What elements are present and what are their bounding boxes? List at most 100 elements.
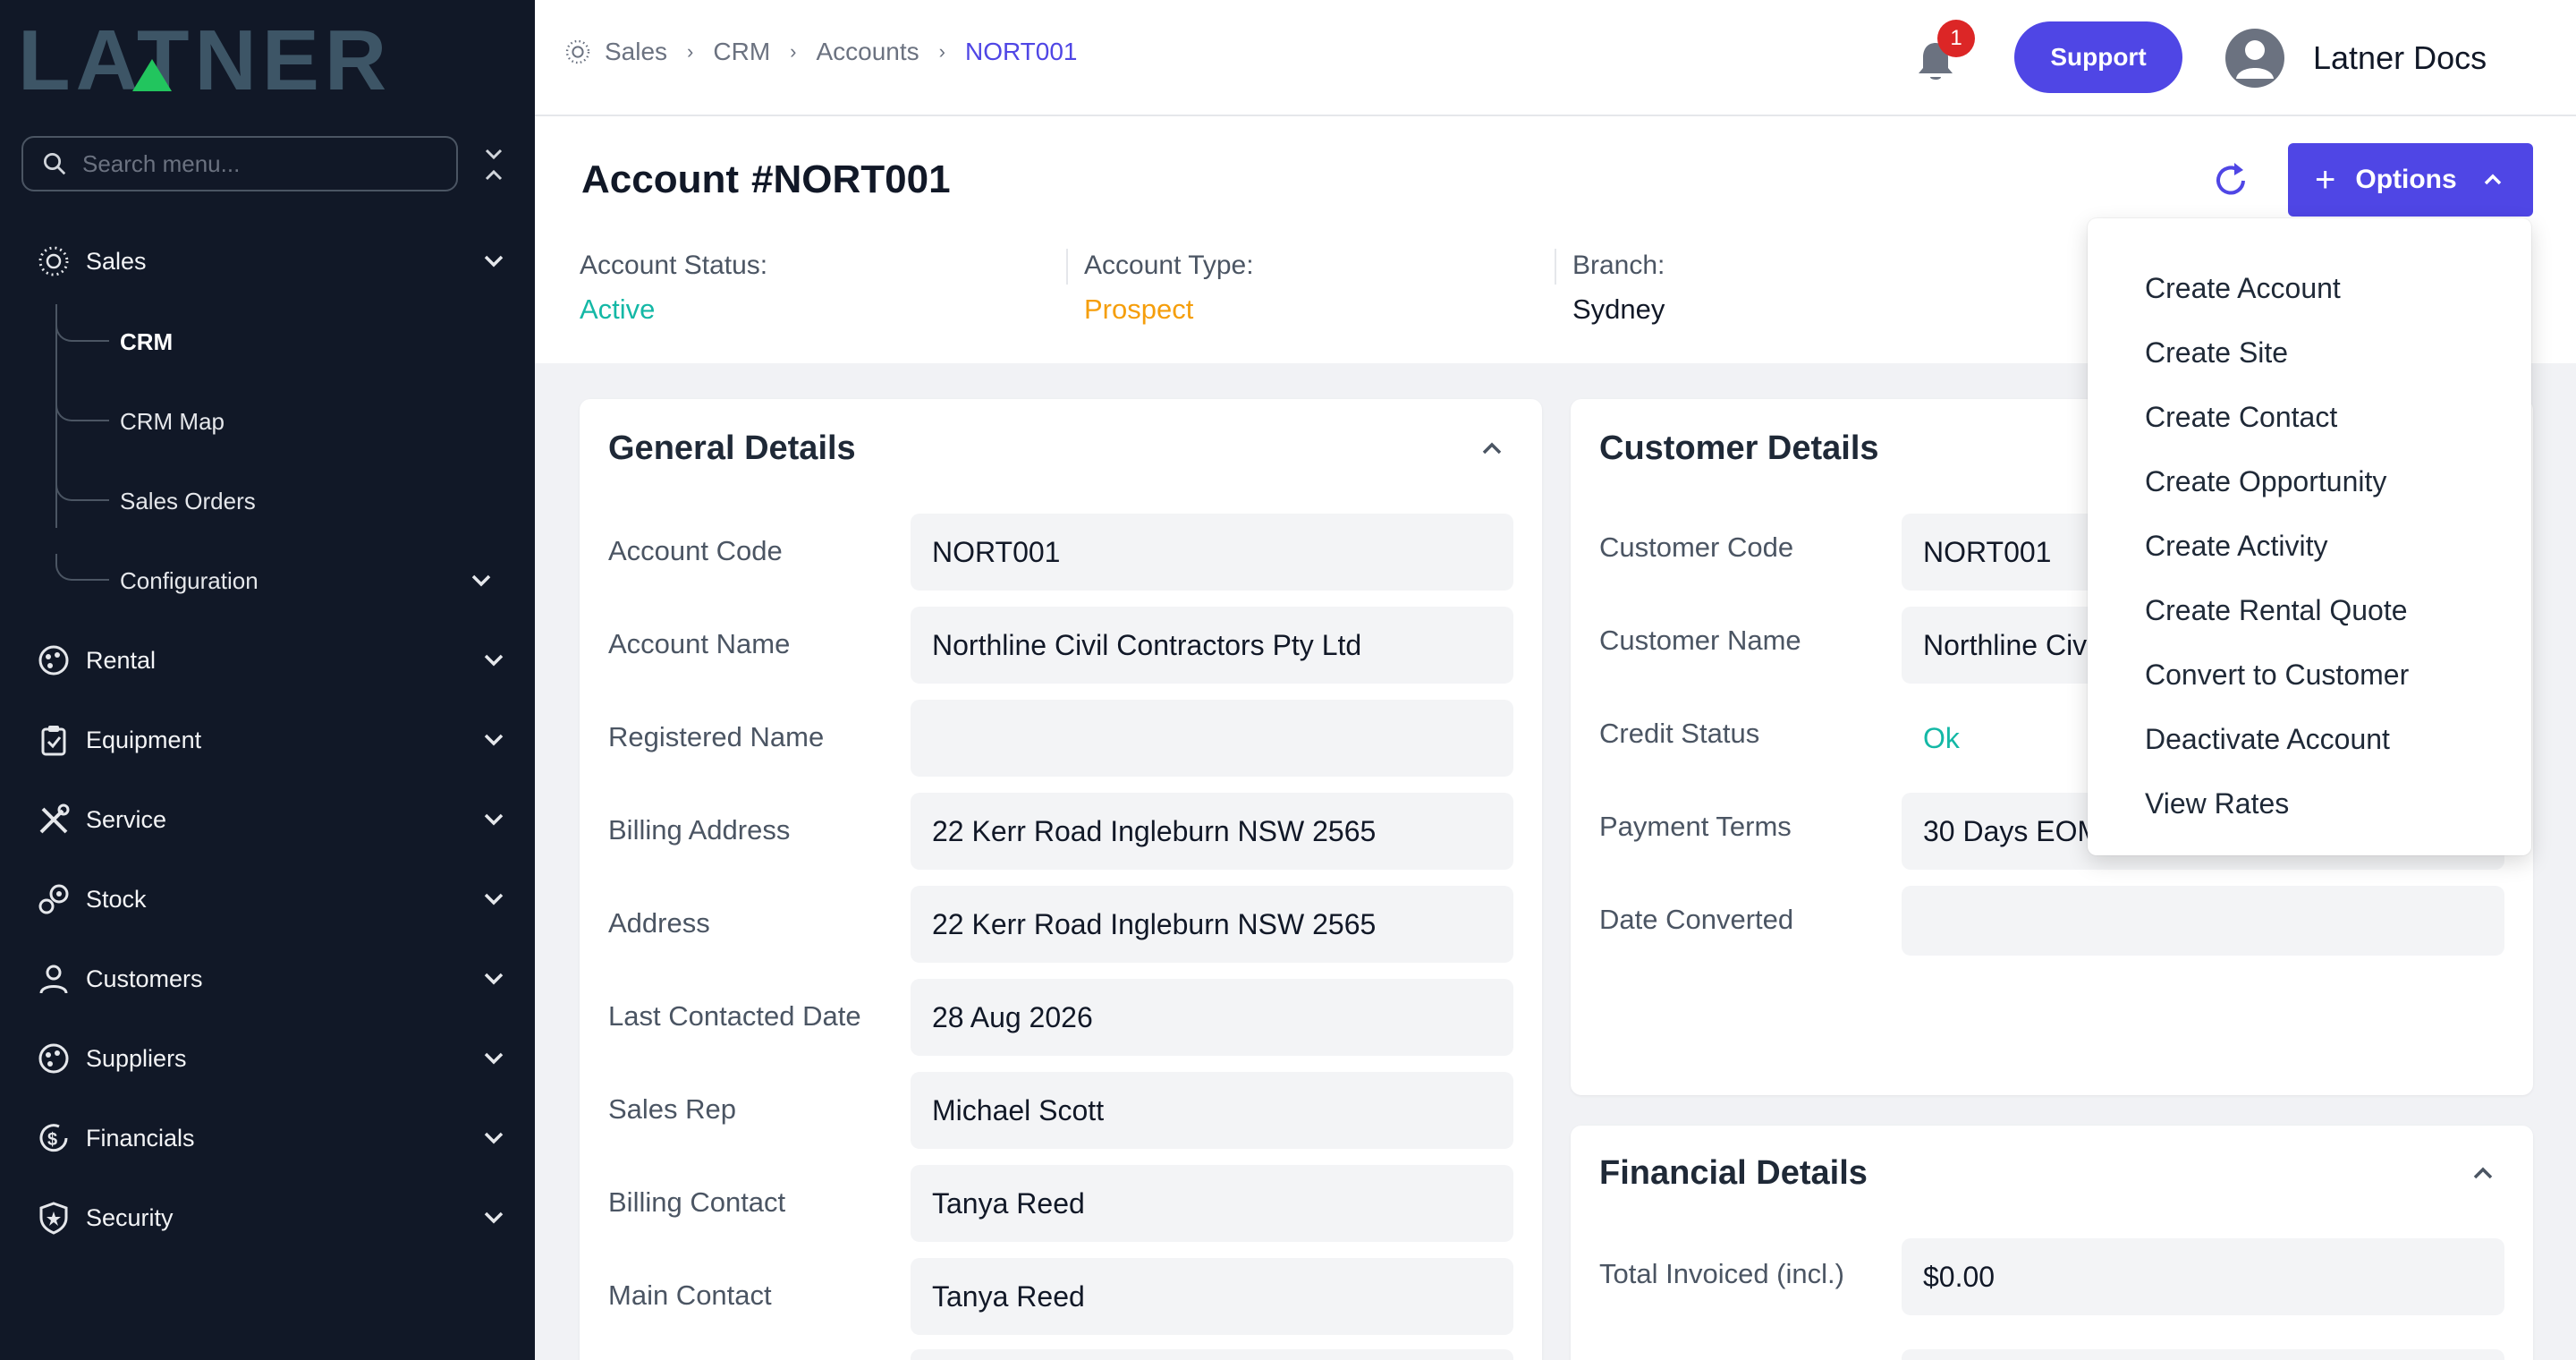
breadcrumb-accounts[interactable]: Accounts xyxy=(816,38,919,66)
account-code-label: Account Code xyxy=(608,535,783,566)
chevron-down-icon xyxy=(471,574,491,587)
sidebar-subitem-configuration[interactable]: Configuration xyxy=(55,554,508,608)
chevron-down-icon xyxy=(484,1211,504,1224)
main-contact-label: Main Contact xyxy=(608,1279,772,1311)
svg-text:$: $ xyxy=(47,1130,57,1150)
sidebar-item-sales[interactable]: Sales xyxy=(34,234,508,288)
chevron-down-icon xyxy=(484,654,504,667)
branch-value: Sydney xyxy=(1572,293,1665,325)
customer-details-title: Customer Details xyxy=(1599,429,1879,467)
menu-item-create-rental-quote[interactable]: Create Rental Quote xyxy=(2088,578,2531,642)
user-avatar-icon xyxy=(2236,40,2274,79)
menu-item-create-opportunity[interactable]: Create Opportunity xyxy=(2088,449,2531,514)
account-code-field[interactable]: NORT001 xyxy=(911,514,1513,591)
stock-icon xyxy=(34,880,73,919)
options-button[interactable]: + Options xyxy=(2288,143,2533,217)
menu-search[interactable] xyxy=(21,136,458,191)
equipment-icon xyxy=(34,720,73,760)
page-title: Account #NORT001 xyxy=(581,157,951,201)
chevron-down-icon xyxy=(484,734,504,746)
plus-icon: + xyxy=(2315,159,2336,200)
chevron-down-icon xyxy=(484,973,504,985)
breadcrumb: Sales › CRM › Accounts › NORT001 xyxy=(564,38,1078,66)
chevron-down-icon xyxy=(484,1052,504,1065)
menu-item-convert-to-customer[interactable]: Convert to Customer xyxy=(2088,642,2531,707)
breadcrumb-current: NORT001 xyxy=(964,38,1078,65)
chevron-down-icon xyxy=(484,813,504,826)
menu-item-create-contact[interactable]: Create Contact xyxy=(2088,385,2531,449)
sidebar-subitem-sales-orders[interactable]: Sales Orders xyxy=(55,474,508,528)
chevron-down-icon xyxy=(484,255,504,268)
menu-item-create-account[interactable]: Create Account xyxy=(2088,256,2531,320)
search-menu-input[interactable] xyxy=(82,149,440,178)
shield-icon xyxy=(34,1198,73,1237)
chevron-down-icon xyxy=(484,893,504,905)
last-contacted-date-label: Last Contacted Date xyxy=(608,1000,861,1032)
sales-rep-field[interactable]: Michael Scott xyxy=(911,1072,1513,1149)
latner-logo[interactable]: LATNER xyxy=(18,20,501,97)
sidebar-subitem-crm-map[interactable]: CRM Map xyxy=(55,395,508,448)
user-name[interactable]: Latner Docs xyxy=(2313,39,2487,77)
date-converted-field[interactable] xyxy=(1902,886,2504,956)
credit-status-label: Credit Status xyxy=(1599,718,1760,749)
breadcrumb-sales[interactable]: Sales xyxy=(605,38,667,66)
sidebar-item-stock[interactable]: Stock xyxy=(34,872,508,926)
sidebar: LATNER Sales CRM CRM Map Sales Orders Co… xyxy=(0,0,535,1360)
chevron-up-icon[interactable] xyxy=(1478,435,1506,463)
address-field[interactable]: 22 Kerr Road Ingleburn NSW 2565 xyxy=(911,886,1513,963)
menu-item-create-site[interactable]: Create Site xyxy=(2088,320,2531,385)
sales-icon xyxy=(34,242,73,281)
rental-icon xyxy=(34,641,73,680)
account-name-field[interactable]: Northline Civil Contractors Pty Ltd xyxy=(911,607,1513,684)
options-dropdown: Create Account Create Site Create Contac… xyxy=(2088,218,2531,855)
financial-details-title: Financial Details xyxy=(1599,1154,1868,1192)
avatar[interactable] xyxy=(2225,29,2284,88)
sidebar-item-equipment[interactable]: Equipment xyxy=(34,713,508,767)
sidebar-item-service[interactable]: Service xyxy=(34,793,508,846)
collapse-sidebar-icon[interactable] xyxy=(479,143,508,186)
sidebar-item-security[interactable]: Security xyxy=(34,1191,508,1245)
chevron-up-icon xyxy=(2484,174,2501,185)
menu-item-create-activity[interactable]: Create Activity xyxy=(2088,514,2531,578)
registered-name-label: Registered Name xyxy=(608,721,825,752)
account-type-value: Prospect xyxy=(1084,293,1194,325)
sidebar-item-suppliers[interactable]: Suppliers xyxy=(34,1032,508,1085)
breadcrumb-crm[interactable]: CRM xyxy=(713,38,770,66)
customers-icon xyxy=(34,959,73,999)
payment-terms-label: Payment Terms xyxy=(1599,811,1792,842)
sidebar-item-rental[interactable]: Rental xyxy=(34,633,508,687)
billing-contact-field[interactable]: Tanya Reed xyxy=(911,1165,1513,1242)
support-button[interactable]: Support xyxy=(2014,21,2182,93)
sales-icon xyxy=(565,39,590,64)
next-field[interactable] xyxy=(1902,1349,2504,1360)
menu-item-view-rates[interactable]: View Rates xyxy=(2088,771,2531,836)
sidebar-subitem-crm[interactable]: CRM xyxy=(55,315,508,369)
notification-badge: 1 xyxy=(1937,20,1975,57)
sidebar-item-label: Sales xyxy=(86,247,147,275)
billing-contact-label: Billing Contact xyxy=(608,1186,786,1218)
service-icon xyxy=(34,800,73,839)
total-invoiced-field[interactable]: $0.00 xyxy=(1902,1238,2504,1315)
registered-name-field[interactable] xyxy=(911,700,1513,777)
chevron-right-icon: › xyxy=(790,40,797,63)
search-icon xyxy=(44,153,66,175)
svg-text:LATNER: LATNER xyxy=(18,20,392,97)
billing-address-field[interactable]: 22 Kerr Road Ingleburn NSW 2565 xyxy=(911,793,1513,870)
divider xyxy=(1555,249,1556,285)
suppliers-icon xyxy=(34,1039,73,1078)
divider xyxy=(1066,249,1068,285)
refresh-icon[interactable] xyxy=(2209,159,2252,202)
branch-label: Branch: xyxy=(1572,251,1665,280)
customer-code-label: Customer Code xyxy=(1599,531,1794,563)
general-details-title: General Details xyxy=(608,429,856,467)
sidebar-item-customers[interactable]: Customers xyxy=(34,952,508,1006)
chevron-right-icon: › xyxy=(687,40,694,63)
financials-icon: $ xyxy=(34,1118,73,1158)
main-contact-field[interactable]: Tanya Reed xyxy=(911,1258,1513,1335)
last-contacted-date-field[interactable]: 28 Aug 2026 xyxy=(911,979,1513,1056)
menu-item-deactivate-account[interactable]: Deactivate Account xyxy=(2088,707,2531,771)
total-invoiced-label: Total Invoiced (incl.) xyxy=(1599,1258,1844,1289)
next-field[interactable] xyxy=(911,1349,1513,1360)
sidebar-item-financials[interactable]: $ Financials xyxy=(34,1111,508,1165)
chevron-up-icon[interactable] xyxy=(2469,1160,2497,1188)
